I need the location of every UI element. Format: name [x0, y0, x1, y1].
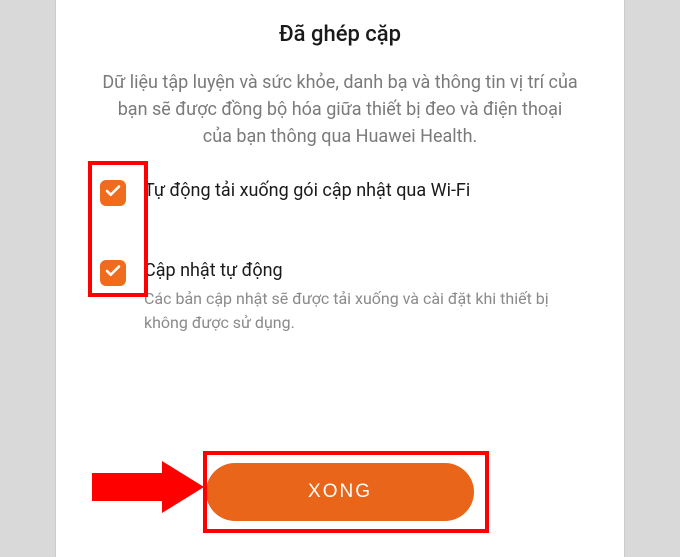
- option-auto-update[interactable]: Cập nhật tự động Các bản cập nhật sẽ đượ…: [94, 258, 586, 335]
- done-button[interactable]: XONG: [206, 463, 474, 521]
- sync-description: Dữ liệu tập luyện và sức khỏe, danh bạ v…: [94, 69, 586, 150]
- checkbox-wifi-download[interactable]: [100, 180, 126, 206]
- page-title: Đã ghép cặp: [94, 22, 586, 47]
- option-wifi-text: Tự động tải xuống gói cập nhật qua Wi-Fi: [144, 178, 586, 203]
- checkbox-auto-update[interactable]: [100, 260, 126, 286]
- check-icon: [104, 182, 122, 204]
- pairing-complete-screen: Đã ghép cặp Dữ liệu tập luyện và sức khỏ…: [55, 0, 625, 557]
- option-wifi-download[interactable]: Tự động tải xuống gói cập nhật qua Wi-Fi: [94, 178, 586, 206]
- option-auto-sublabel: Các bản cập nhật sẽ được tải xuống và cà…: [144, 287, 586, 335]
- check-icon: [104, 262, 122, 284]
- option-auto-label: Cập nhật tự động: [144, 258, 586, 283]
- option-wifi-label: Tự động tải xuống gói cập nhật qua Wi-Fi: [144, 178, 586, 203]
- option-auto-text: Cập nhật tự động Các bản cập nhật sẽ đượ…: [144, 258, 586, 335]
